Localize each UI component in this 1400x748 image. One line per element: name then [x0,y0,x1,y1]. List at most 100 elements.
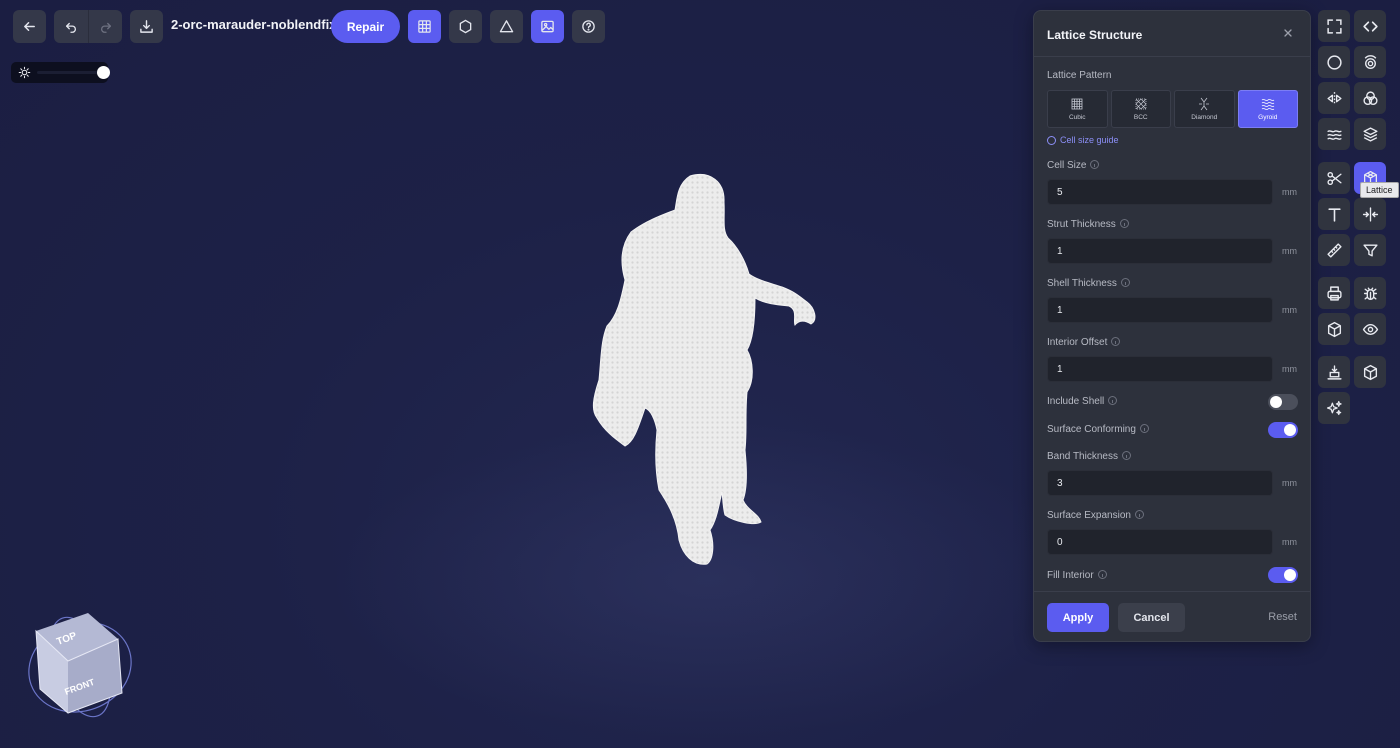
cell-size-unit: mm [1282,187,1297,197]
bcc-pattern-icon [1135,98,1147,110]
triangle-icon [499,20,514,33]
strut-thickness-label: Strut Thickness [1047,219,1129,230]
panel-title: Lattice Structure [1047,28,1143,42]
include-shell-label: Include Shell [1047,396,1118,407]
grid-icon [418,20,431,33]
info-icon [1119,219,1129,228]
band-thickness-unit: mm [1282,478,1297,488]
surface-conforming-label: Surface Conforming [1047,424,1149,435]
box-button[interactable] [1318,313,1350,345]
brightness-knob[interactable] [97,66,110,79]
strut-thickness-input[interactable]: 1 [1047,238,1273,264]
orc-marauder-model[interactable] [585,170,825,570]
visibility-button[interactable] [1354,313,1386,345]
info-icon [1120,278,1130,287]
cell-size-guide-label: Cell size guide [1060,135,1119,145]
apply-button[interactable]: Apply [1047,603,1109,632]
cell-size-guide-link[interactable]: Cell size guide [1047,135,1119,145]
smooth-button[interactable] [1318,118,1350,150]
orbit-button[interactable] [1354,46,1386,78]
waves-icon [1326,129,1342,140]
panel-footer: Apply Cancel Reset [1034,591,1310,641]
align-bottom-icon [1326,364,1342,380]
back-button[interactable] [13,10,46,43]
cut-button[interactable] [1318,162,1350,194]
include-shell-toggle[interactable] [1268,394,1298,410]
arrow-left-icon [24,22,35,31]
lattice-pattern-selector: Cubic BCC Diamond Gyroid [1047,90,1298,128]
brightness-track[interactable] [37,71,103,74]
help-icon [582,20,595,33]
help-button[interactable] [572,10,605,43]
debug-button[interactable] [1354,277,1386,309]
grid-toggle-button[interactable] [408,10,441,43]
history-group [54,10,122,43]
undo-button[interactable] [54,10,88,43]
background-image-button[interactable] [531,10,564,43]
text-button[interactable] [1318,198,1350,230]
pattern-bcc[interactable]: BCC [1110,90,1171,128]
lattice-pattern-label: Lattice Pattern [1047,70,1112,81]
interior-offset-input[interactable]: 1 [1047,356,1273,382]
filter-button[interactable] [1354,234,1386,266]
cell-size-label: Cell Size [1047,160,1100,171]
fill-interior-toggle[interactable] [1268,567,1298,583]
undo-icon [65,22,76,33]
print-button[interactable] [1318,277,1350,309]
pattern-gyroid-label: Gyroid [1258,114,1278,121]
image-icon [541,20,554,33]
redo-button[interactable] [88,10,122,43]
lattice-panel: Lattice Structure Lattice Pattern Cubic … [1033,10,1311,642]
repair-button[interactable]: Repair [331,10,400,43]
solid-view-button[interactable] [449,10,482,43]
eye-icon [1362,323,1378,335]
ruler-icon [1326,242,1342,258]
mirror-button[interactable] [1318,82,1350,114]
ai-magic-button[interactable] [1318,392,1350,424]
solid-box-button[interactable] [1354,356,1386,388]
pattern-cubic[interactable]: Cubic [1047,90,1108,128]
expand-icon [1326,18,1342,34]
align-bottom-button[interactable] [1318,356,1350,388]
download-button[interactable] [130,10,163,43]
measure-button[interactable] [1318,234,1350,266]
shell-thickness-label: Shell Thickness [1047,278,1130,289]
pattern-gyroid[interactable]: Gyroid [1237,90,1298,128]
band-thickness-input[interactable]: 3 [1047,470,1273,496]
diamond-pattern-icon [1199,97,1210,111]
pattern-diamond[interactable]: Diamond [1174,90,1235,128]
close-icon[interactable] [1282,27,1294,39]
reset-button[interactable]: Reset [1268,611,1297,623]
interior-offset-unit: mm [1282,364,1297,374]
info-icon [1090,160,1100,169]
boolean-button[interactable] [1354,82,1386,114]
scissors-icon [1326,171,1342,185]
text-icon [1327,207,1341,222]
info-icon [1111,337,1121,346]
circle-icon [1326,54,1342,70]
shell-thickness-input[interactable]: 1 [1047,297,1273,323]
fill-interior-label: Fill Interior [1047,570,1107,581]
surface-expansion-label: Surface Expansion [1047,510,1144,521]
info-icon [1108,396,1118,405]
cube-icon [1327,321,1341,337]
download-icon [140,20,153,33]
layers-button[interactable] [1354,118,1386,150]
brightness-slider[interactable] [11,62,110,83]
wireframe-view-button[interactable] [490,10,523,43]
sun-icon [18,66,31,79]
sphere-button[interactable] [1318,46,1350,78]
info-icon [1139,424,1149,433]
cancel-button[interactable]: Cancel [1118,603,1185,632]
lattice-tooltip: Lattice [1360,182,1399,198]
view-cube[interactable]: TOP FRONT [22,605,140,723]
surface-expansion-input[interactable]: 0 [1047,529,1273,555]
printer-icon [1326,285,1342,301]
cell-size-input[interactable]: 5 [1047,179,1273,205]
code-button[interactable] [1354,10,1386,42]
fullscreen-button[interactable] [1318,10,1350,42]
surface-conforming-toggle[interactable] [1268,422,1298,438]
cube-outline-icon [1363,364,1377,380]
surface-expansion-unit: mm [1282,537,1297,547]
shrink-button[interactable] [1354,198,1386,230]
